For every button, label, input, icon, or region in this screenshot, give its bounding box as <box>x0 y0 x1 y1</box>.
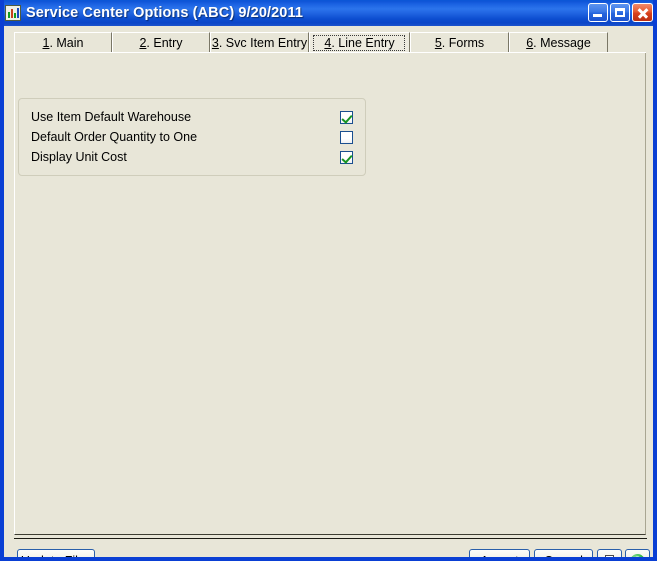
tab-focus-ring <box>313 35 405 51</box>
tab-svc-item-entry[interactable]: 3. Svc Item Entry <box>210 32 309 53</box>
window-title: Service Center Options (ABC) 9/20/2011 <box>26 5 303 21</box>
cancel-button[interactable]: Cancel <box>534 549 593 561</box>
tab-forms[interactable]: 5. Forms <box>410 32 509 53</box>
tab-label: 3. Svc Item Entry <box>212 36 307 50</box>
option-row[interactable]: Display Unit Cost <box>31 149 353 165</box>
tab-label: 1. Main <box>43 36 84 50</box>
tab-main[interactable]: 1. Main <box>14 32 112 53</box>
option-checkbox[interactable] <box>340 150 353 164</box>
option-checkbox[interactable] <box>340 130 353 144</box>
option-row[interactable]: Default Order Quantity to One <box>31 129 353 145</box>
update-files-label: pdate Files <box>29 554 92 561</box>
footer-separator <box>14 538 647 539</box>
update-files-accel: U <box>20 554 30 561</box>
tab-label: 6. Message <box>526 36 591 50</box>
tab-accelerator: 5 <box>434 36 442 50</box>
tab-label: 5. Forms <box>435 36 484 50</box>
option-label: Default Order Quantity to One <box>31 130 198 144</box>
accept-accel: A <box>480 554 489 561</box>
minimize-button[interactable] <box>588 3 608 22</box>
tab-strip: 1. Main 2. Entry 3. Svc Item Entry 4. Line … <box>14 31 646 53</box>
tab-label: 2. Entry <box>139 36 182 50</box>
maximize-button[interactable] <box>610 3 630 22</box>
accept-label: ccept <box>488 554 519 561</box>
application-icon <box>5 5 21 21</box>
service-center-options-window: Service Center Options (ABC) 9/20/2011 1… <box>0 0 657 561</box>
tab-text: . Message <box>533 36 591 50</box>
close-button[interactable] <box>632 3 653 22</box>
cancel-accel: C <box>544 554 554 561</box>
window-client-area: 1. Main 2. Entry 3. Svc Item Entry 4. Line … <box>4 26 653 557</box>
tab-text: . Entry <box>146 36 183 50</box>
update-files-button[interactable]: Update Files <box>17 549 95 561</box>
tab-accelerator: 3 <box>211 36 219 50</box>
cancel-label: ancel <box>553 554 583 561</box>
option-label: Use Item Default Warehouse <box>31 110 192 124</box>
option-checkbox[interactable] <box>340 110 353 124</box>
window-controls <box>588 3 653 22</box>
option-row[interactable]: Use Item Default Warehouse <box>31 109 353 125</box>
accept-button[interactable]: Accept <box>469 549 530 561</box>
tab-message[interactable]: 6. Message <box>509 32 608 53</box>
help-button[interactable]: ? <box>625 549 650 557</box>
tab-entry[interactable]: 2. Entry <box>112 32 210 53</box>
tab-text: . Main <box>49 36 84 50</box>
window-titlebar[interactable]: Service Center Options (ABC) 9/20/2011 <box>4 0 653 26</box>
print-button[interactable] <box>597 549 622 557</box>
line-entry-options-group: Use Item Default Warehouse Default Order … <box>18 98 366 176</box>
tab-text: . Svc Item Entry <box>218 36 308 50</box>
tab-text: . Forms <box>441 36 485 50</box>
printer-icon <box>602 554 617 557</box>
tab-line-entry[interactable]: 4. Line Entry <box>309 32 410 53</box>
help-icon: ? <box>630 553 645 557</box>
tab-panel-line-entry: Use Item Default Warehouse Default Order … <box>14 53 646 535</box>
option-label: Display Unit Cost <box>31 150 127 164</box>
